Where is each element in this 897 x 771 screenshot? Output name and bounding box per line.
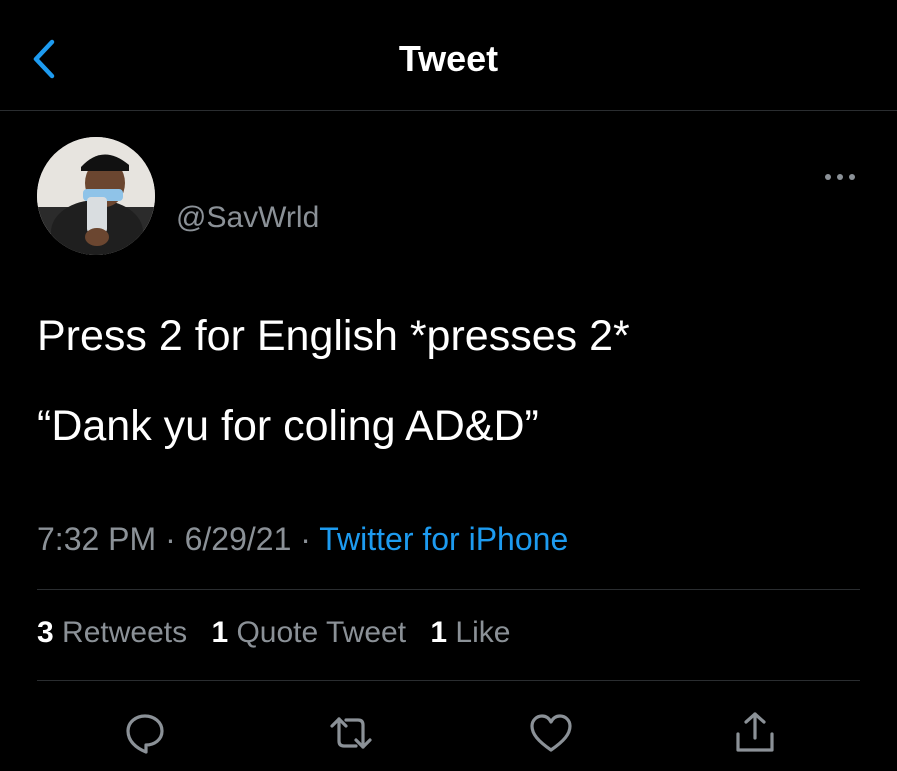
page-title: Tweet — [398, 38, 499, 79]
more-horizontal-icon — [825, 174, 855, 180]
like-icon — [530, 714, 572, 752]
likes-stat[interactable]: 1 Like — [430, 616, 510, 649]
retweets-stat[interactable]: 3 Retweets — [37, 616, 187, 649]
reply-button[interactable] — [122, 710, 168, 756]
retweet-icon — [330, 717, 372, 749]
tweet-time: 7:32 PM — [37, 521, 157, 557]
profile-photo — [37, 137, 155, 255]
likes-count: 1 — [430, 616, 448, 649]
retweets-label: Retweets — [62, 616, 188, 649]
divider — [37, 680, 860, 681]
quotes-count: 1 — [211, 616, 229, 649]
tweet-text-line-1: Press 2 for English *presses 2* — [37, 312, 630, 360]
user-handle[interactable]: @SavWrld — [176, 201, 319, 235]
meta-separator: · — [300, 521, 311, 557]
reply-icon — [126, 714, 164, 754]
share-button[interactable] — [732, 710, 778, 756]
like-button[interactable] — [528, 710, 574, 756]
quotes-label: Quote Tweet — [236, 616, 407, 649]
retweets-count: 3 — [37, 616, 54, 649]
tweet-text-line-2: “Dank yu for coling AD&D” — [37, 402, 539, 450]
quote-tweets-stat[interactable]: 1 Quote Tweet — [211, 616, 406, 649]
likes-label: Like — [455, 616, 511, 649]
top-bar: Tweet — [0, 0, 897, 111]
meta-separator: · — [165, 521, 176, 557]
divider — [37, 589, 860, 590]
retweet-button[interactable] — [328, 710, 374, 756]
share-icon — [736, 712, 774, 752]
tweet-date: 6/29/21 — [184, 521, 292, 557]
more-options-button[interactable] — [818, 165, 862, 189]
tweet-stats: 3 Retweets 1 Quote Tweet 1 Like — [37, 616, 526, 650]
tweet-meta: 7:32 PM · 6/29/21 · Twitter for iPhone — [37, 521, 568, 558]
avatar[interactable] — [37, 137, 155, 255]
tweet-source-link[interactable]: Twitter for iPhone — [319, 521, 568, 557]
